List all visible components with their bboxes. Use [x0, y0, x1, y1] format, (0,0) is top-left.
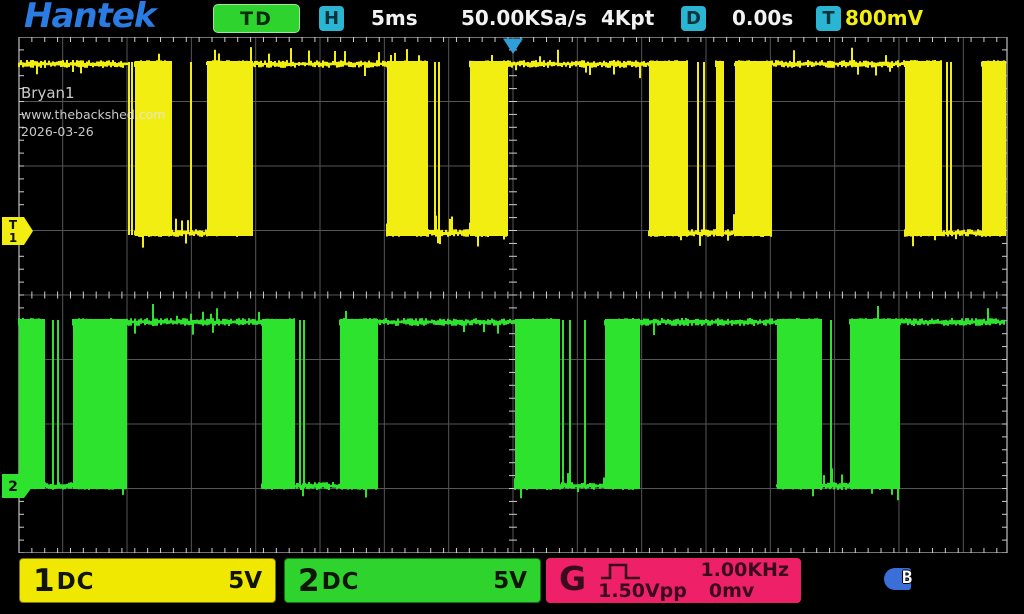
memory-depth-value: 4Kpt [601, 6, 654, 30]
generator-amplitude: 1.50Vpp [598, 582, 687, 601]
channel2-number: 2 [298, 563, 320, 599]
square-wave-icon [598, 562, 644, 580]
trigger-badge[interactable]: T [816, 6, 841, 31]
svg-text:2: 2 [8, 479, 18, 495]
channel1-number: 1 [33, 563, 55, 599]
svg-text:1: 1 [9, 231, 17, 245]
channel2-status-box[interactable]: 2 DC 5V [284, 558, 541, 603]
svg-text:T: T [9, 218, 18, 232]
bottom-status-bar: 1 DC 5V 2 DC 5V G 1.00KHz 1.50Vpp 0mv [0, 553, 1024, 614]
channel2-coupling: DC [322, 566, 360, 595]
generator-label: G [559, 559, 586, 603]
generator-status-box[interactable]: G 1.00KHz 1.50Vpp 0mv [546, 558, 801, 603]
horizontal-badge[interactable]: H [319, 6, 344, 31]
annotation-date: 2026-03-26 [21, 126, 165, 139]
channel1-coupling: DC [57, 566, 95, 595]
screen-annotation: Bryan1 www.thebackshed.com 2026-03-26 [21, 86, 165, 138]
generator-readout: 1.00KHz 1.50Vpp 0mv [598, 558, 801, 603]
horizontal-offset-value: 0.00s [732, 6, 793, 30]
generator-offset: 0mv [709, 582, 754, 601]
sample-rate-value: 50.00KSa/s [461, 6, 587, 30]
channel1-scale: 5V [228, 568, 262, 594]
channel2-scale: 5V [493, 568, 527, 594]
channel1-status-box[interactable]: 1 DC 5V [19, 558, 276, 603]
annotation-website: www.thebackshed.com [21, 109, 165, 122]
oscilloscope-screen: Hantek TD H 5ms 50.00KSa/s 4Kpt D 0.00s … [0, 0, 1024, 614]
annotation-username: Bryan1 [21, 86, 165, 101]
trigger-position-marker[interactable] [503, 39, 523, 55]
generator-frequency: 1.00KHz [700, 561, 789, 580]
delay-badge[interactable]: D [681, 6, 706, 31]
trigger-level-value: 800mV [845, 6, 923, 30]
timebase-value: 5ms [371, 6, 418, 30]
usb-indicator: B [884, 566, 928, 592]
brand-logo: Hantek [24, 0, 156, 36]
marker-ch1[interactable]: T1 [2, 217, 33, 245]
top-status-bar: Hantek TD H 5ms 50.00KSa/s 4Kpt D 0.00s … [0, 0, 1024, 37]
trigger-status-badge[interactable]: TD [213, 4, 300, 33]
usb-indicator-label: B [902, 568, 912, 588]
